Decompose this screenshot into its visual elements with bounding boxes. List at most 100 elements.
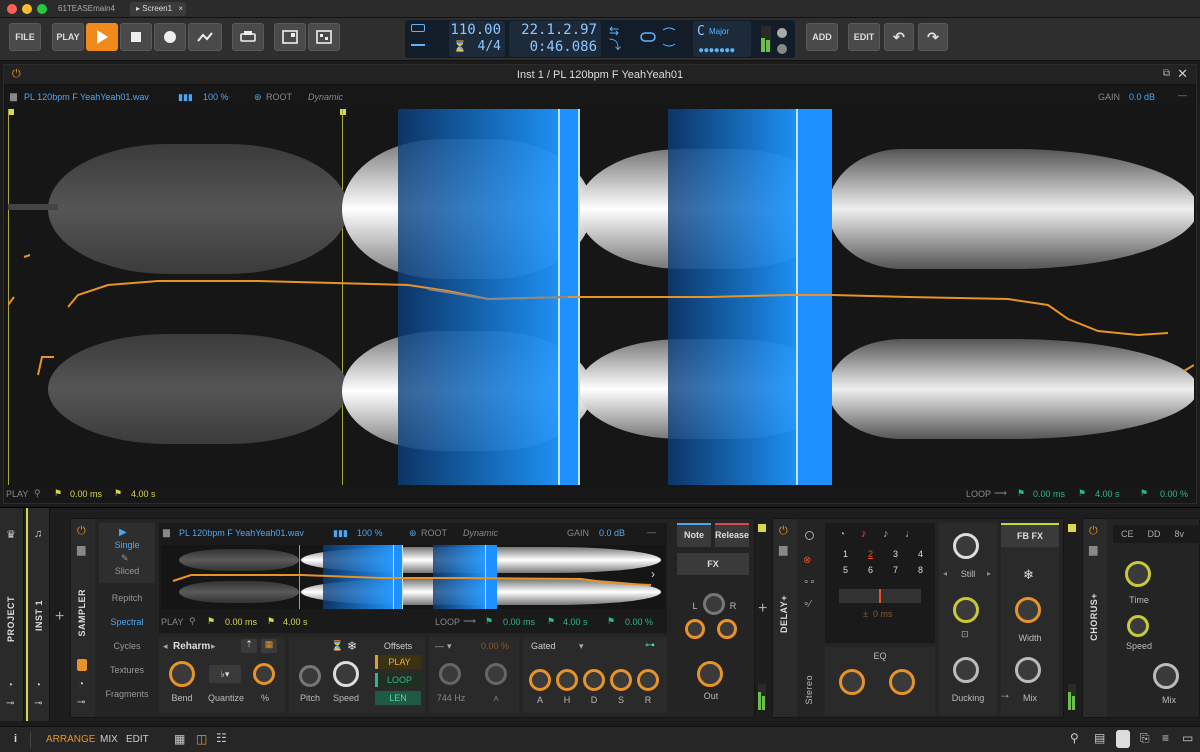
still-knob[interactable]: [953, 533, 979, 559]
automation-write-button[interactable]: [188, 23, 222, 51]
chorus-tab-dd[interactable]: DD: [1148, 529, 1161, 539]
print-button[interactable]: [232, 23, 264, 51]
eq-high-knob[interactable]: [889, 669, 915, 695]
copy-icon[interactable]: ⎘: [1140, 731, 1150, 746]
grid-5[interactable]: 5: [843, 565, 848, 575]
grid-4[interactable]: 4: [918, 549, 923, 559]
play-mode-button[interactable]: PLAY: [52, 23, 84, 51]
record-button[interactable]: [154, 23, 186, 51]
grid-3[interactable]: 3: [893, 549, 898, 559]
fx-send-a-knob[interactable]: [685, 619, 705, 639]
note-tab[interactable]: Note: [677, 523, 711, 547]
fbfx-button[interactable]: FB FX: [1001, 523, 1059, 547]
sampler-power-icon[interactable]: ⏻: [77, 525, 86, 538]
sampler-file-name[interactable]: PL 120bpm F YeahYeah01.wav: [179, 528, 304, 538]
envelope-type[interactable]: Gated: [531, 641, 556, 651]
sampler-waveform[interactable]: ›: [161, 545, 665, 609]
env-release-knob[interactable]: [637, 669, 659, 691]
route-mid-icon[interactable]: ∘⁄: [803, 599, 811, 610]
chorus-time-knob[interactable]: [1125, 561, 1151, 587]
route-mono-icon[interactable]: [805, 531, 814, 540]
edit-tab[interactable]: EDIT: [126, 734, 149, 745]
stop-button[interactable]: [120, 23, 152, 51]
file-button[interactable]: FILE: [9, 23, 41, 51]
fx-button[interactable]: FX: [677, 553, 749, 575]
instrument-tab[interactable]: ♫ INST 1 ◔ ⊸: [26, 508, 50, 721]
project-tab[interactable]: ♛ PROJECT ◔ ⊸: [0, 508, 24, 721]
editor-gain-value[interactable]: 0.0 dB: [1129, 92, 1155, 102]
out-knob[interactable]: [697, 661, 723, 687]
mix-tab[interactable]: MIX: [100, 734, 118, 745]
clip-launcher-button[interactable]: [274, 23, 306, 51]
clock-icon[interactable]: ◔: [35, 680, 41, 691]
loop-start-value[interactable]: 0.00 ms: [1033, 489, 1065, 499]
sampler-folder-small-icon[interactable]: ▆: [163, 527, 170, 538]
filter-freq-knob[interactable]: [439, 663, 461, 685]
delay-time-value[interactable]: 0 ms: [873, 609, 893, 619]
sampler-play-start[interactable]: 0.00 ms: [225, 617, 257, 627]
delay-power-icon[interactable]: ⏻: [779, 525, 788, 538]
delay-mix-knob[interactable]: [1015, 657, 1041, 683]
algo-cycles[interactable]: Cycles: [99, 641, 155, 651]
grid-6[interactable]: 6: [868, 565, 873, 575]
sampler-root-label[interactable]: ROOT: [421, 528, 447, 538]
sampler-root-key-icon[interactable]: ⚲: [189, 616, 196, 627]
play-button[interactable]: [86, 23, 118, 51]
editor-file-name[interactable]: PL 120bpm F YeahYeah01.wav: [24, 92, 149, 102]
route-pingpong-icon[interactable]: ⊗: [803, 555, 811, 566]
pitch-knob[interactable]: [299, 665, 321, 687]
close-window-button[interactable]: [7, 4, 17, 14]
release-tab[interactable]: Release: [715, 523, 749, 547]
position-display[interactable]: 22.1.2.97 0:46.086: [509, 21, 601, 57]
loop-punch-icons[interactable]: ⇆ ⤵: [609, 24, 633, 54]
minimize-window-button[interactable]: [22, 4, 32, 14]
tab-screen[interactable]: ▸ Screen1 ×: [130, 2, 186, 16]
metronome-icon[interactable]: ⏳: [453, 40, 467, 53]
grid-7[interactable]: 7: [893, 565, 898, 575]
chorus-tab-ce[interactable]: CE: [1121, 529, 1134, 539]
sampler-gain-value[interactable]: 0.0 dB: [599, 528, 625, 538]
beat-position[interactable]: 22.1.2.97: [521, 22, 597, 38]
filter-amount[interactable]: 0.00 %: [481, 641, 509, 651]
sampler-play-end[interactable]: 4.00 s: [283, 617, 308, 627]
chorus-power-icon[interactable]: ⏻: [1089, 525, 1098, 538]
editor-root-label[interactable]: ROOT: [266, 92, 292, 102]
loop-toggle-icon[interactable]: [639, 24, 687, 54]
speed-knob[interactable]: [333, 661, 359, 687]
metronome-small-icon[interactable]: ⏳: [331, 641, 343, 652]
algo-fragments[interactable]: Fragments: [99, 689, 155, 699]
offset-len-button[interactable]: LEN: [375, 691, 421, 705]
add-device-icon[interactable]: +: [55, 608, 64, 626]
play-end-value[interactable]: 4.00 s: [131, 489, 156, 499]
waveform-display[interactable]: [8, 109, 1194, 485]
eq-low-knob[interactable]: [839, 669, 865, 695]
sampler-loop-fade[interactable]: 0.00 %: [625, 617, 653, 627]
freeze-icon[interactable]: ❄: [347, 639, 357, 653]
still-next-icon[interactable]: ▸: [987, 569, 991, 578]
add-fx-icon[interactable]: +: [758, 600, 767, 618]
algo-repitch[interactable]: Repitch: [99, 593, 155, 603]
envelope-link-icon[interactable]: ⊶: [645, 640, 655, 651]
file-browser-icon[interactable]: ▤: [1094, 731, 1105, 745]
mode-single[interactable]: Single: [99, 540, 155, 550]
clock-icon[interactable]: ◔: [7, 680, 13, 691]
delay-time-slider[interactable]: [839, 589, 921, 603]
add-button[interactable]: ADD: [806, 23, 838, 51]
editor-mode[interactable]: Dynamic: [308, 92, 343, 102]
arrange-tab[interactable]: ARRANGE: [46, 734, 95, 745]
feedback-icon[interactable]: ⊡: [961, 629, 969, 640]
algo-textures[interactable]: Textures: [99, 665, 155, 675]
chorus-tab-8v[interactable]: 8v: [1175, 529, 1185, 539]
loop-arrow-icon[interactable]: ⟶: [994, 488, 1007, 499]
reharm-label[interactable]: Reharm: [173, 641, 210, 652]
gain-menu-icon[interactable]: —: [1178, 90, 1187, 100]
sampler-scroll-right-icon[interactable]: ›: [651, 567, 655, 581]
groove-toggle-icon[interactable]: [411, 24, 445, 54]
clock-mode-icon[interactable]: ◔: [839, 529, 845, 540]
routing-icon[interactable]: ⊸: [6, 698, 14, 709]
play-start-value[interactable]: 0.00 ms: [70, 489, 102, 499]
routing-icon[interactable]: ⊸: [34, 698, 42, 709]
inspector-icon[interactable]: [1116, 730, 1130, 748]
bend-knob[interactable]: [169, 661, 195, 687]
editor-speed[interactable]: 100 %: [203, 92, 229, 102]
